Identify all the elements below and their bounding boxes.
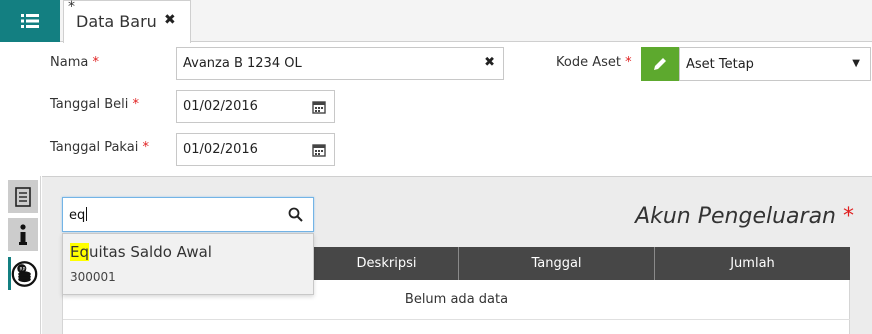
item-name-rest: uitas Saldo Awal: [89, 243, 212, 261]
tanggal-pakai-label-text: Tanggal Pakai: [50, 140, 139, 155]
menu-button[interactable]: [0, 0, 60, 42]
nama-input[interactable]: Avanza B 1234 OL ✖: [176, 47, 504, 80]
list-menu-icon: [21, 14, 39, 28]
money-tab-button[interactable]: RP: [8, 257, 38, 290]
text-cursor: [86, 207, 88, 221]
match-highlight: Eq: [70, 243, 89, 261]
section-title-text: Akun Pengeluaran: [635, 204, 836, 229]
info-tab-button[interactable]: [8, 218, 38, 251]
required-marker: *: [625, 55, 632, 70]
nama-label-text: Nama: [50, 55, 89, 70]
column-deskripsi[interactable]: Deskripsi: [315, 247, 458, 280]
required-marker: *: [92, 55, 99, 70]
kode-aset-label: Kode Aset *: [556, 55, 632, 70]
kode-aset-value: Aset Tetap: [686, 57, 754, 72]
nama-value: Avanza B 1234 OL: [183, 56, 302, 71]
document-tab-button[interactable]: [8, 180, 38, 213]
tanggal-pakai-input[interactable]: 01/02/2016: [176, 133, 335, 166]
tanggal-beli-label-text: Tanggal Beli: [50, 97, 129, 112]
search-icon[interactable]: [288, 207, 303, 222]
tanggal-pakai-value: 01/02/2016: [183, 142, 258, 157]
account-search-input[interactable]: eq: [62, 197, 314, 232]
column-jumlah[interactable]: Jumlah: [654, 247, 850, 280]
document-icon: [15, 186, 31, 207]
column-tanggal[interactable]: Tanggal: [458, 247, 654, 280]
required-marker: *: [843, 204, 854, 229]
svg-text:RP: RP: [20, 266, 26, 272]
kode-aset-label-text: Kode Aset: [556, 55, 621, 70]
autocomplete-dropdown: Equitas Saldo Awal 300001: [62, 233, 314, 295]
search-value: eq: [69, 207, 88, 223]
tanggal-beli-input[interactable]: 01/02/2016: [176, 90, 335, 123]
nama-label: Nama *: [50, 55, 99, 70]
info-icon: [19, 223, 27, 245]
required-marker: *: [132, 97, 140, 112]
close-icon[interactable]: ✖: [164, 12, 176, 28]
tanggal-beli-value: 01/02/2016: [183, 99, 258, 114]
pencil-icon: [654, 58, 666, 70]
side-toolbar: RP: [0, 176, 42, 334]
money-icon: RP: [11, 260, 38, 287]
search-value-text: eq: [69, 208, 86, 223]
edit-kode-aset-button[interactable]: [641, 47, 679, 81]
calendar-icon[interactable]: [312, 143, 326, 157]
tanggal-pakai-label: Tanggal Pakai *: [50, 140, 149, 155]
side-divider: [40, 176, 41, 334]
tanggal-beli-label: Tanggal Beli *: [50, 97, 139, 112]
chevron-down-icon: ▼: [852, 58, 860, 69]
tab-modified-marker: *: [68, 0, 75, 15]
calendar-icon[interactable]: [312, 100, 326, 114]
section-title: Akun Pengeluaran *: [635, 204, 854, 229]
clear-icon[interactable]: ✖: [484, 55, 495, 70]
kode-aset-select[interactable]: Aset Tetap ▼: [679, 47, 871, 81]
item-name: Equitas Saldo Awal: [70, 243, 212, 261]
tab-title: Data Baru: [76, 12, 157, 31]
tab-data-baru[interactable]: * Data Baru ✖: [63, 0, 191, 43]
tab-bar: * Data Baru ✖: [0, 0, 872, 43]
required-marker: *: [142, 140, 149, 155]
item-code: 300001: [70, 270, 116, 284]
